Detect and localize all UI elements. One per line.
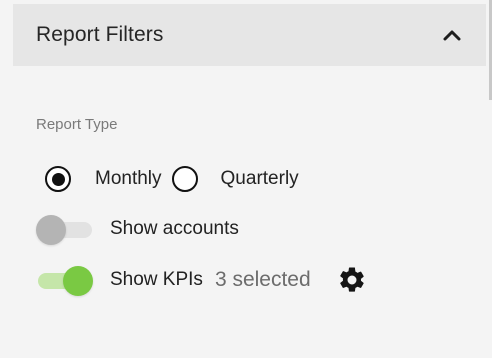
radio-button-checked[interactable] (45, 166, 71, 192)
show-accounts-toggle[interactable] (36, 212, 94, 246)
radio-quarterly-label[interactable]: Quarterly (221, 168, 299, 190)
panel-header[interactable]: Report Filters (13, 4, 486, 66)
show-kpis-row: Show KPIs 3 selected (36, 263, 368, 297)
gear-icon[interactable] (336, 264, 368, 296)
chevron-up-icon[interactable] (441, 24, 463, 46)
toggle-knob[interactable] (36, 215, 66, 245)
radio-quarterly[interactable]: Quarterly (171, 166, 299, 192)
report-filters-panel: Report Filters Report Type Monthly Quart… (0, 0, 492, 358)
show-kpis-label: Show KPIs (110, 269, 203, 290)
show-accounts-label: Show accounts (110, 218, 239, 239)
radio-monthly-label[interactable]: Monthly (95, 168, 162, 190)
radio-dot (51, 172, 65, 186)
radio-button-unchecked[interactable] (171, 166, 198, 192)
radio-monthly[interactable]: Monthly (45, 166, 162, 192)
panel-title: Report Filters (36, 23, 164, 46)
show-kpis-toggle[interactable] (36, 263, 94, 297)
report-type-radio-group: Monthly Quarterly (45, 163, 299, 195)
show-accounts-row: Show accounts (36, 212, 239, 246)
report-type-label: Report Type (36, 116, 118, 133)
kpis-selected-count: 3 selected (214, 268, 311, 291)
toggle-knob[interactable] (63, 266, 93, 296)
